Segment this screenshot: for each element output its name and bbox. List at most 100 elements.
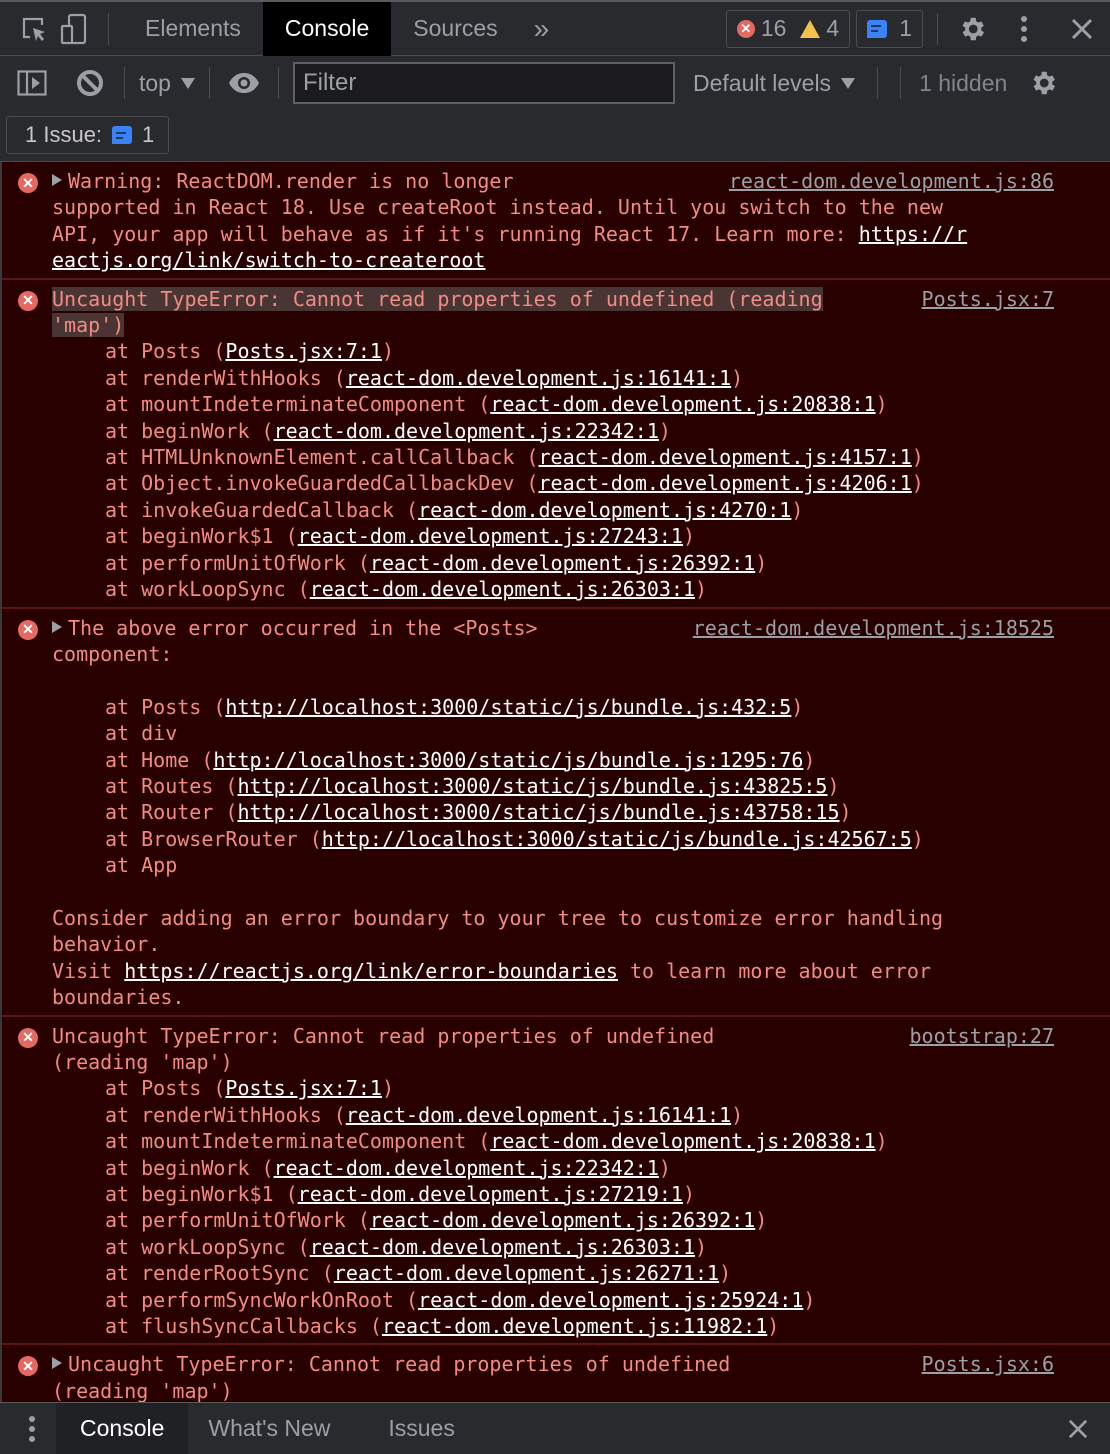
stack-frame-function: at HTMLUnknownElement.callCallback ( — [105, 445, 539, 470]
stack-frame-function: at renderRootSync ( — [105, 1261, 334, 1286]
drawer-tab-issues[interactable]: Issues — [368, 1403, 474, 1454]
dropdown-caret-icon — [841, 77, 856, 89]
stack-trace: at Posts (Posts.jsx:7:1) at renderWithHoo… — [52, 338, 1054, 602]
stack-frame: at App — [105, 852, 1054, 878]
stack-frame-location-link[interactable]: react-dom.development.js:4206:1 — [538, 471, 911, 495]
issues-counter[interactable]: 1 — [856, 9, 923, 48]
stack-frame-close-paren: ) — [839, 800, 852, 825]
stack-frame: at invokeGuardedCallback (react-dom.deve… — [105, 497, 1054, 523]
expand-triangle-icon[interactable] — [52, 174, 62, 186]
stack-frame: at mountIndeterminateComponent (react-do… — [105, 1128, 1054, 1154]
stack-frame-location-link[interactable]: react-dom.development.js:20838:1 — [490, 1129, 875, 1153]
drawer-tab-console[interactable]: Console — [56, 1402, 189, 1454]
stack-frame-function: at flushSyncCallbacks ( — [105, 1314, 382, 1339]
stack-frame-function: at renderWithHooks ( — [105, 365, 346, 390]
more-options-button[interactable] — [1004, 9, 1044, 49]
expand-triangle-icon[interactable] — [52, 620, 62, 633]
stack-frame-location-link[interactable]: react-dom.development.js:22342:1 — [274, 419, 659, 443]
stack-frame-location-link[interactable]: http://localhost:3000/static/js/bundle.j… — [225, 695, 791, 719]
expand-triangle-icon[interactable] — [52, 1357, 62, 1370]
stack-frame: at Router (http://localhost:3000/static/… — [105, 799, 1054, 825]
stack-frame-function: at Routes ( — [105, 773, 238, 798]
stack-frame-location-link[interactable]: http://localhost:3000/static/js/bundle.j… — [237, 774, 827, 798]
console-settings-button[interactable] — [1023, 63, 1063, 103]
inspect-element-icon — [22, 17, 45, 41]
message-source-link[interactable]: Posts.jsx:6 — [922, 1351, 1054, 1377]
more-tabs-button[interactable]: » — [520, 2, 564, 56]
message-link[interactable]: https://reactjs.org/link/error-boundarie… — [124, 959, 618, 983]
stack-frame-close-paren: ) — [827, 773, 840, 798]
warning-count: 4 — [826, 15, 840, 41]
stack-frame-location-link[interactable]: react-dom.development.js:25924:1 — [418, 1288, 803, 1312]
log-levels-dropdown[interactable]: Default levels — [693, 70, 856, 97]
stack-frame-location-link[interactable]: Posts.jsx:7:1 — [225, 339, 382, 363]
stack-frame: at beginWork$1 (react-dom.development.js… — [105, 1181, 1054, 1207]
stack-frame-function: at Posts ( — [105, 694, 226, 719]
stack-frame-location-link[interactable]: react-dom.development.js:26271:1 — [334, 1261, 719, 1285]
error-warning-counter[interactable]: ✕ 16 4 — [725, 9, 851, 48]
stack-frame-function: at Router ( — [105, 800, 238, 825]
close-drawer-button[interactable] — [1058, 1409, 1098, 1449]
stack-frame: at workLoopSync (react-dom.development.j… — [105, 1234, 1054, 1260]
tab-elements[interactable]: Elements — [123, 2, 263, 56]
stack-frame-location-link[interactable]: http://localhost:3000/static/js/bundle.j… — [213, 748, 803, 772]
message-link[interactable]: https://r — [859, 222, 967, 246]
message-text: Visit — [52, 958, 125, 983]
stack-frame-location-link[interactable]: Posts.jsx:7:1 — [225, 1076, 382, 1100]
stack-frame-location-link[interactable]: react-dom.development.js:27243:1 — [298, 524, 683, 548]
tab-sources[interactable]: Sources — [391, 2, 519, 56]
stack-frame-location-link[interactable]: http://localhost:3000/static/js/bundle.j… — [322, 827, 912, 851]
stack-frame-location-link[interactable]: react-dom.development.js:26392:1 — [370, 1208, 755, 1232]
show-sidebar-button[interactable] — [12, 63, 52, 103]
stack-frame: at workLoopSync (react-dom.development.j… — [105, 576, 1054, 602]
stack-frame-location-link[interactable]: react-dom.development.js:22342:1 — [274, 1156, 659, 1180]
message-source-link[interactable]: bootstrap:27 — [910, 1023, 1055, 1049]
stack-frame-close-paren: ) — [658, 418, 671, 443]
stack-frame-close-paren: ) — [731, 1102, 744, 1127]
context-selector[interactable]: top — [139, 70, 195, 97]
warning-icon — [800, 19, 821, 38]
stack-frame-location-link[interactable]: react-dom.development.js:4270:1 — [418, 498, 791, 522]
clear-console-button[interactable] — [70, 63, 110, 103]
stack-frame-location-link[interactable]: http://localhost:3000/static/js/bundle.j… — [237, 800, 839, 824]
stack-frame-function: at App — [105, 853, 178, 878]
stack-frame-function: at Object.invokeGuardedCallbackDev ( — [105, 471, 539, 496]
message-source-link[interactable]: Posts.jsx:7 — [922, 286, 1054, 312]
stack-frame-location-link[interactable]: react-dom.development.js:27219:1 — [298, 1182, 683, 1206]
console-messages: ✕ react-dom.development.js:86 Warning: R… — [0, 162, 1110, 1402]
stack-frame-location-link[interactable]: react-dom.development.js:4157:1 — [538, 445, 911, 469]
device-toolbar-button[interactable] — [54, 9, 94, 49]
stack-frame-function: at mountIndeterminateComponent ( — [105, 392, 491, 417]
stack-frame-location-link[interactable]: react-dom.development.js:26392:1 — [370, 551, 755, 575]
drawer-tab-bar: Console What's New Issues — [0, 1402, 1110, 1454]
close-devtools-button[interactable] — [1062, 9, 1102, 49]
stack-frame-location-link[interactable]: react-dom.development.js:16141:1 — [346, 366, 731, 390]
issues-button[interactable]: 1 Issue: 1 — [6, 116, 170, 154]
live-expression-button[interactable] — [224, 63, 264, 103]
inspect-element-button[interactable] — [14, 9, 54, 49]
console-message-error: ✕ Posts.jsx:6 Uncaught TypeError: Cannot… — [2, 1345, 1110, 1402]
error-icon: ✕ — [736, 19, 755, 38]
tab-console[interactable]: Console — [262, 1, 392, 56]
stack-frame: at performUnitOfWork (react-dom.developm… — [105, 550, 1054, 576]
message-source-link[interactable]: react-dom.development.js:18525 — [693, 615, 1054, 641]
issue-icon — [112, 126, 133, 144]
drawer-tab-whats-new[interactable]: What's New — [188, 1403, 350, 1454]
sidebar-toggle-icon — [17, 70, 47, 96]
device-toolbar-icon — [60, 13, 87, 44]
stack-frame-location-link[interactable]: react-dom.development.js:26303:1 — [310, 1235, 695, 1259]
drawer-menu-button[interactable] — [14, 1409, 50, 1449]
stack-frame-close-paren: ) — [791, 497, 804, 522]
stack-frame: at div — [105, 720, 1054, 746]
message-source-link[interactable]: react-dom.development.js:86 — [729, 168, 1054, 194]
issues-count: 1 — [142, 122, 155, 147]
stack-frame-location-link[interactable]: react-dom.development.js:16141:1 — [346, 1103, 731, 1127]
stack-frame-function: at performUnitOfWork ( — [105, 1208, 370, 1233]
stack-frame-close-paren: ) — [381, 1076, 395, 1101]
stack-frame-location-link[interactable]: react-dom.development.js:26303:1 — [310, 577, 695, 601]
filter-input[interactable]: Filter — [292, 62, 675, 104]
settings-button[interactable] — [952, 9, 992, 49]
stack-frame-location-link[interactable]: react-dom.development.js:20838:1 — [490, 392, 875, 416]
stack-frame-location-link[interactable]: react-dom.development.js:11982:1 — [382, 1314, 767, 1338]
message-link[interactable]: eactjs.org/link/switch-to-createroot — [52, 248, 485, 272]
